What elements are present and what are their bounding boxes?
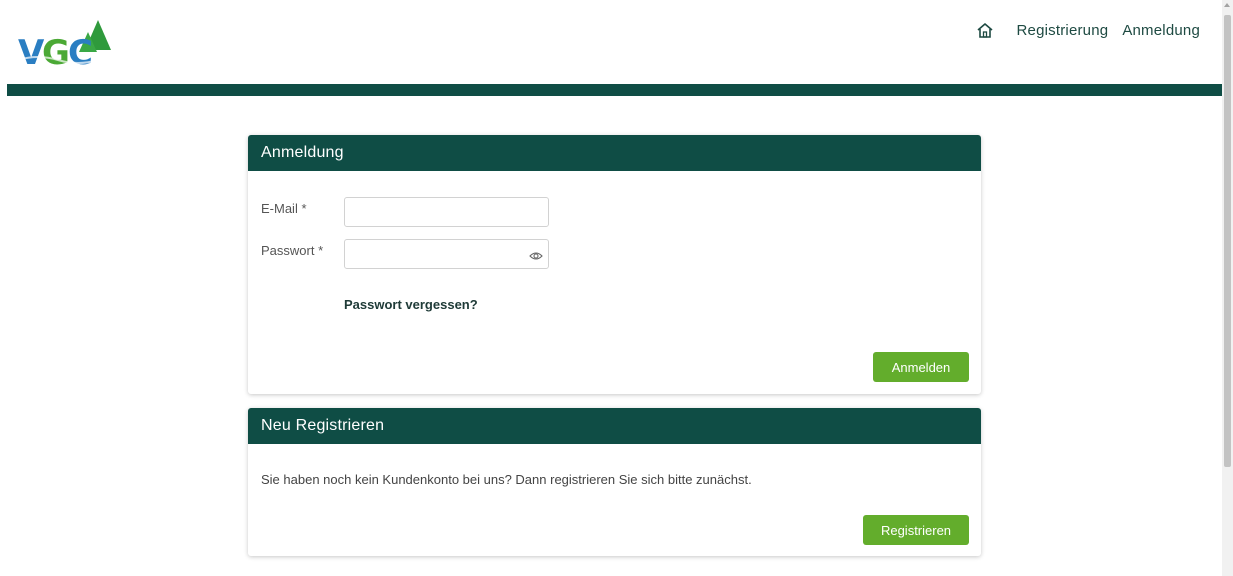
register-info-text: Sie haben noch kein Kundenkonto bei uns?… (261, 472, 752, 487)
scrollbar-thumb[interactable] (1224, 15, 1231, 467)
register-card: Neu Registrieren Sie haben noch kein Kun… (248, 408, 981, 556)
nav-link-registration[interactable]: Registrierung (1017, 22, 1109, 39)
register-button[interactable]: Registrieren (863, 515, 969, 545)
header-band (7, 84, 1223, 96)
top-navigation: Registrierung Anmeldung (974, 19, 1201, 41)
vgc-logo[interactable]: V G C (18, 20, 114, 72)
svg-text:V: V (18, 33, 45, 72)
register-card-title: Neu Registrieren (248, 408, 981, 444)
svg-text:C: C (68, 33, 91, 72)
email-label: E-Mail * (261, 201, 307, 216)
svg-text:G: G (42, 33, 68, 72)
forgot-password-link[interactable]: Passwort vergessen? (344, 297, 478, 312)
home-icon[interactable] (974, 19, 996, 41)
vertical-scrollbar[interactable] (1222, 0, 1233, 576)
nav-link-login[interactable]: Anmeldung (1122, 22, 1200, 39)
login-button[interactable]: Anmelden (873, 352, 969, 382)
login-card-title: Anmeldung (248, 135, 981, 171)
password-field[interactable] (344, 239, 549, 269)
email-field[interactable] (344, 197, 549, 227)
login-card: Anmeldung E-Mail * Passwort * Passwort v… (248, 135, 981, 394)
scroll-up-arrow-icon[interactable] (1224, 3, 1230, 7)
eye-icon[interactable] (529, 249, 543, 263)
password-label: Passwort * (261, 243, 324, 258)
site-header: V G C Registrierung Anmeldung (0, 0, 1222, 84)
